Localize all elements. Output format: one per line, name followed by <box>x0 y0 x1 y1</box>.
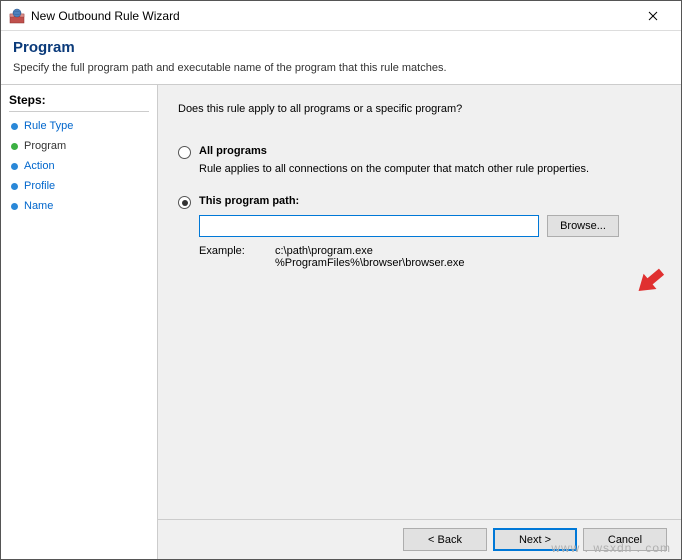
step-profile[interactable]: Profile <box>9 176 149 196</box>
step-name[interactable]: Name <box>9 196 149 216</box>
example-text: c:\path\program.exe %ProgramFiles%\brows… <box>275 245 465 269</box>
option-all-desc: Rule applies to all connections on the c… <box>199 163 661 175</box>
firewall-icon <box>9 8 25 24</box>
option-path-label: This program path: <box>199 195 299 207</box>
program-path-row: Browse... <box>199 215 661 237</box>
example-label: Example: <box>199 245 259 269</box>
browse-button[interactable]: Browse... <box>547 215 619 237</box>
example-row: Example: c:\path\program.exe %ProgramFil… <box>199 245 661 269</box>
step-label: Rule Type <box>24 120 73 132</box>
step-program[interactable]: Program <box>9 136 149 156</box>
step-label: Profile <box>24 180 55 192</box>
cancel-button[interactable]: Cancel <box>583 528 667 551</box>
option-all-label: All programs <box>199 145 267 157</box>
steps-heading: Steps: <box>9 93 149 112</box>
main-panel: Does this rule apply to all programs or … <box>158 85 681 559</box>
step-label: Action <box>24 160 55 172</box>
titlebar: New Outbound Rule Wizard <box>1 1 681 31</box>
window-title: New Outbound Rule Wizard <box>31 9 180 23</box>
titlebar-left: New Outbound Rule Wizard <box>9 8 180 24</box>
wizard-body: Steps: Rule Type Program Action Profile … <box>1 85 681 559</box>
wizard-footer: < Back Next > Cancel <box>158 519 681 559</box>
radio-all-programs[interactable] <box>178 146 191 159</box>
program-path-input[interactable] <box>199 215 539 237</box>
option-program-path[interactable]: This program path: <box>178 195 661 209</box>
page-description: Specify the full program path and execut… <box>13 62 669 74</box>
radio-program-path[interactable] <box>178 196 191 209</box>
next-button[interactable]: Next > <box>493 528 577 551</box>
step-label: Program <box>24 140 66 152</box>
step-action[interactable]: Action <box>9 156 149 176</box>
bullet-icon <box>11 183 18 190</box>
back-button[interactable]: < Back <box>403 528 487 551</box>
steps-sidebar: Steps: Rule Type Program Action Profile … <box>1 85 157 559</box>
page-title: Program <box>13 39 669 56</box>
bullet-icon <box>11 123 18 130</box>
bullet-icon <box>11 203 18 210</box>
bullet-icon <box>11 143 18 150</box>
step-label: Name <box>24 200 53 212</box>
bullet-icon <box>11 163 18 170</box>
close-button[interactable] <box>633 4 673 28</box>
wizard-header: Program Specify the full program path an… <box>1 31 681 84</box>
step-rule-type[interactable]: Rule Type <box>9 116 149 136</box>
question-text: Does this rule apply to all programs or … <box>178 103 661 115</box>
option-all-programs[interactable]: All programs <box>178 145 661 159</box>
